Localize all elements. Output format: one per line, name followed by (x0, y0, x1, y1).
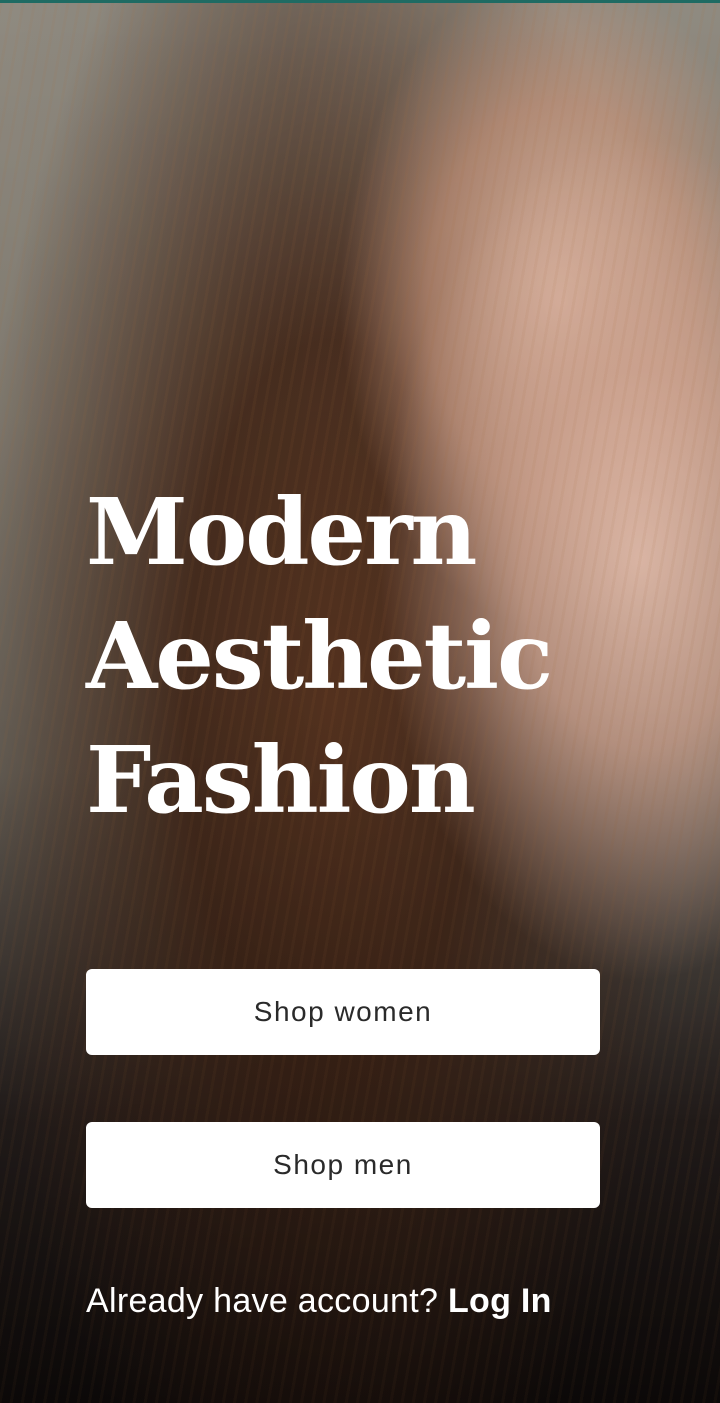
login-link[interactable]: Log In (448, 1282, 552, 1320)
hero-headline: Modern Aesthetic Fashion (86, 470, 606, 842)
welcome-screen: Modern Aesthetic Fashion Shop women Shop… (0, 0, 720, 1403)
shop-women-button[interactable]: Shop women (86, 969, 600, 1055)
login-prompt-text: Already have account? (86, 1282, 448, 1320)
headline-line-2: Aesthetic (86, 602, 553, 710)
top-accent-bar (0, 0, 720, 3)
headline-line-3: Fashion (86, 726, 476, 834)
shop-men-button[interactable]: Shop men (86, 1122, 600, 1208)
login-prompt: Already have account? Log In (86, 1282, 552, 1321)
headline-line-1: Modern (86, 478, 477, 586)
